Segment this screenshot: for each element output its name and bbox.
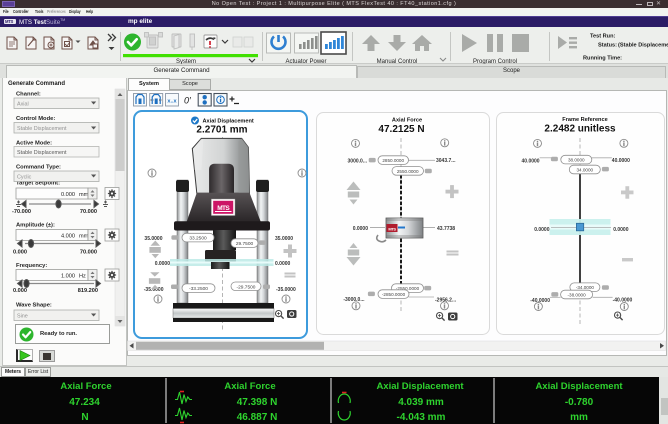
svg-text:33.2500: 33.2500 — [189, 236, 207, 242]
svg-text:Axial Force: Axial Force — [392, 118, 422, 124]
svg-text:Status:: Status: — [598, 42, 617, 48]
svg-text:2.2701 mm: 2.2701 mm — [196, 124, 247, 135]
svg-text:Running Time:: Running Time: — [583, 55, 622, 61]
svg-text:70.000: 70.000 — [80, 250, 97, 256]
svg-text:29.7500: 29.7500 — [236, 241, 254, 247]
svg-text:70.000: 70.000 — [80, 209, 97, 215]
svg-text:-38.0000: -38.0000 — [568, 293, 587, 298]
svg-text:Channel:: Channel: — [16, 92, 41, 98]
svg-text:x..x: x..x — [167, 99, 177, 105]
svg-text:N: N — [81, 412, 88, 423]
svg-text:mm: mm — [570, 412, 588, 423]
svg-text:(Stable Displacement: (Stable Displacement — [618, 42, 668, 48]
svg-text:Test Run:: Test Run: — [590, 33, 616, 39]
svg-text:38.0000: 38.0000 — [568, 158, 585, 163]
svg-text:MTS: MTS — [388, 226, 396, 231]
svg-text:4.000: 4.000 — [61, 234, 75, 240]
svg-text:46.887 N: 46.887 N — [237, 412, 278, 423]
svg-text:Stable Displacement: Stable Displacement — [17, 126, 67, 132]
svg-text:-4.043 mm: -4.043 mm — [397, 412, 446, 423]
svg-text:-29.7500: -29.7500 — [237, 284, 256, 290]
svg-text:35.0000: 35.0000 — [275, 236, 293, 242]
svg-text:Hz: Hz — [79, 274, 86, 280]
svg-text:0.0000: 0.0000 — [353, 226, 369, 232]
svg-text:Control Mode:: Control Mode: — [16, 116, 55, 122]
svg-text:Axial: Axial — [17, 102, 29, 108]
svg-text:47.2125 N: 47.2125 N — [378, 124, 424, 135]
svg-text:0.0000: 0.0000 — [275, 261, 291, 267]
svg-text:35.0000: 35.0000 — [144, 236, 162, 242]
svg-text:47.234: 47.234 — [69, 397, 100, 408]
svg-text:Frequency:: Frequency: — [16, 263, 47, 269]
svg-text:0.000: 0.000 — [13, 250, 27, 256]
svg-text:mm: mm — [79, 234, 89, 240]
svg-text:Stable Displacement: Stable Displacement — [17, 150, 67, 156]
svg-text:mm: mm — [79, 192, 89, 198]
svg-text:1.000: 1.000 — [61, 274, 75, 280]
svg-text:47.398 N: 47.398 N — [237, 397, 278, 408]
svg-text:Amplitude (±):: Amplitude (±): — [16, 223, 55, 229]
svg-text:Axial Displacement: Axial Displacement — [376, 381, 464, 392]
svg-text:-35.0000: -35.0000 — [276, 287, 296, 293]
svg-text:34.0000: 34.0000 — [576, 168, 593, 173]
svg-text:0.0000: 0.0000 — [613, 227, 629, 233]
svg-text:2550.0000: 2550.0000 — [397, 169, 419, 174]
svg-text:2850.0000: 2850.0000 — [382, 158, 404, 163]
svg-text:-33.2500: -33.2500 — [189, 286, 208, 292]
svg-text:-2850.0000: -2850.0000 — [382, 292, 406, 297]
svg-text:-70.000: -70.000 — [12, 209, 31, 215]
svg-text:0′: 0′ — [184, 96, 191, 106]
svg-text:-0.780: -0.780 — [565, 397, 594, 408]
svg-text:40.0000: 40.0000 — [612, 158, 630, 164]
svg-text:0.0000: 0.0000 — [155, 261, 171, 267]
svg-text:Axial Displacement: Axial Displacement — [535, 381, 623, 392]
svg-text:819.200: 819.200 — [78, 288, 98, 294]
svg-text:Frame Reference: Frame Reference — [562, 117, 607, 123]
svg-text:3043.7...: 3043.7... — [436, 158, 456, 164]
svg-text:Command Type:: Command Type: — [16, 165, 61, 171]
svg-text:43.7738: 43.7738 — [437, 226, 455, 232]
svg-text:Cyclic: Cyclic — [17, 175, 32, 181]
svg-text:Wave Shape:: Wave Shape: — [16, 303, 52, 309]
svg-text:0.000: 0.000 — [13, 288, 27, 294]
svg-text:MTS: MTS — [217, 205, 230, 212]
svg-text:0.0000: 0.0000 — [534, 227, 550, 233]
svg-text:Axial Force: Axial Force — [60, 381, 111, 392]
svg-text:Active Mode:: Active Mode: — [16, 141, 52, 147]
svg-text:4.039 mm: 4.039 mm — [398, 397, 444, 408]
svg-text:3000.0...: 3000.0... — [348, 158, 368, 164]
svg-text:Sine: Sine — [17, 314, 28, 320]
svg-text:Axial Force: Axial Force — [224, 381, 275, 392]
svg-text:2.2482 unitless: 2.2482 unitless — [544, 124, 616, 135]
svg-text:40.0000: 40.0000 — [522, 158, 540, 164]
svg-text:-34.0000: -34.0000 — [576, 285, 595, 290]
svg-text:0.000: 0.000 — [61, 192, 75, 198]
